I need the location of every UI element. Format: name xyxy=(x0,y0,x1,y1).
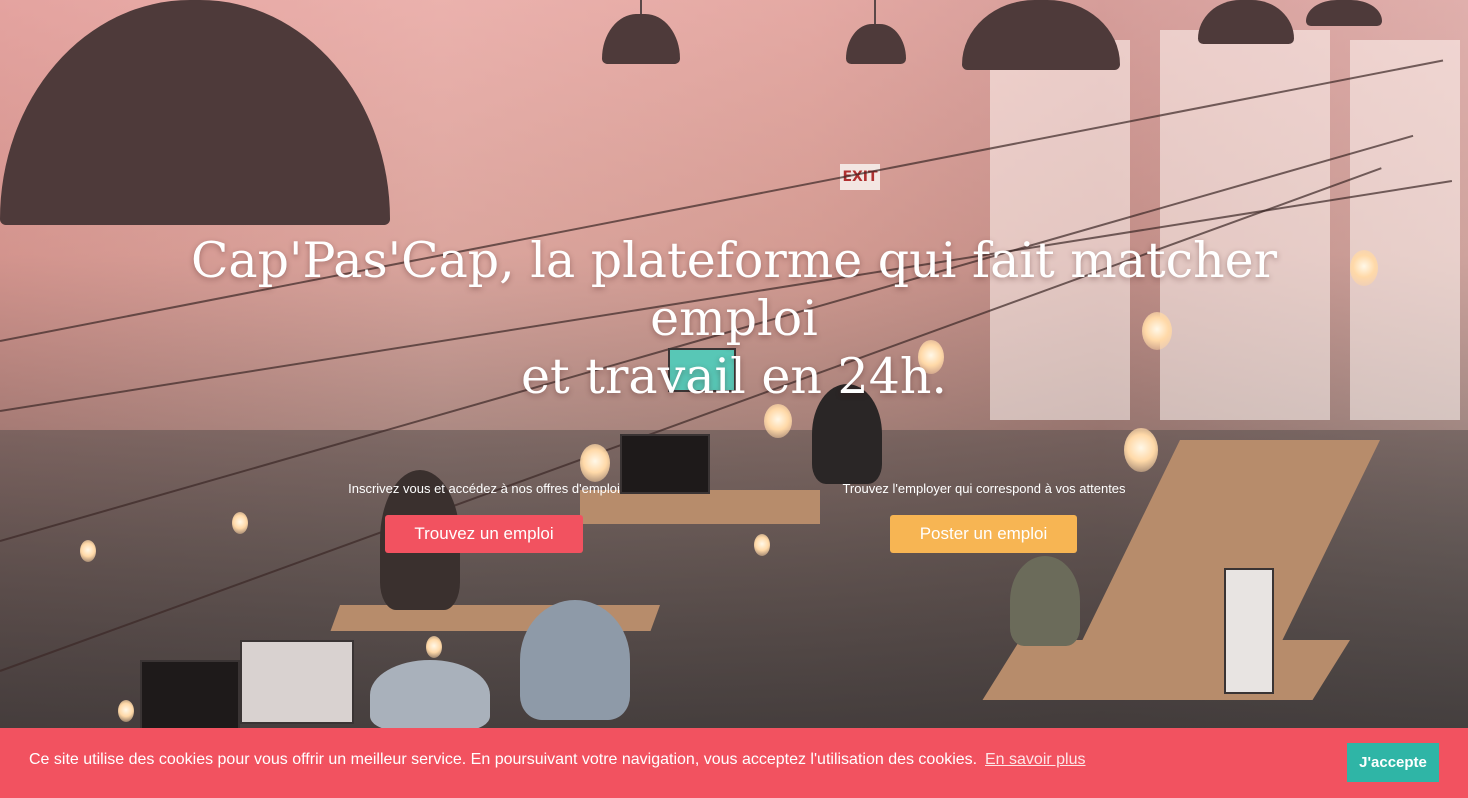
person xyxy=(370,660,490,728)
light-bulb xyxy=(754,534,770,556)
light-bulb xyxy=(426,636,442,658)
pendant-lamp xyxy=(602,14,680,64)
pendant-lamp xyxy=(0,0,390,225)
hero-headline-line2: et travail en 24h. xyxy=(520,348,948,405)
pendant-lamp xyxy=(962,0,1120,70)
light-bulb xyxy=(1350,250,1378,286)
pendant-lamp xyxy=(846,24,906,64)
cookie-accept-button[interactable]: J'accepte xyxy=(1347,743,1439,782)
cookie-learn-more-link[interactable]: En savoir plus xyxy=(985,751,1086,769)
desk xyxy=(982,640,1350,700)
monitor xyxy=(140,660,240,728)
light-bulb xyxy=(764,404,792,438)
hero-headline: Cap'Pas'Cap, la plateforme qui fait matc… xyxy=(134,232,1334,406)
post-job-button[interactable]: Poster un emploi xyxy=(890,515,1077,553)
light-bulb xyxy=(80,540,96,562)
light-bulb xyxy=(232,512,248,534)
light-bulb xyxy=(580,444,610,482)
monitor xyxy=(1224,568,1274,694)
person xyxy=(520,600,630,720)
light-bulb xyxy=(1124,428,1158,472)
find-job-button[interactable]: Trouvez un emploi xyxy=(385,515,583,553)
pendant-lamp xyxy=(1198,0,1294,44)
monitor xyxy=(240,640,354,724)
light-bulb xyxy=(118,700,134,722)
candidate-caption: Inscrivez vous et accédez à nos offres d… xyxy=(348,481,620,496)
window xyxy=(1350,40,1460,420)
person xyxy=(1010,556,1080,646)
cookie-message: Ce site utilise des cookies pour vous of… xyxy=(29,751,978,768)
lamp-cord xyxy=(874,0,876,26)
employer-caption: Trouvez l'employer qui correspond à vos … xyxy=(842,481,1126,496)
hero-headline-line1: Cap'Pas'Cap, la plateforme qui fait matc… xyxy=(190,232,1278,347)
pendant-lamp xyxy=(1306,0,1382,26)
